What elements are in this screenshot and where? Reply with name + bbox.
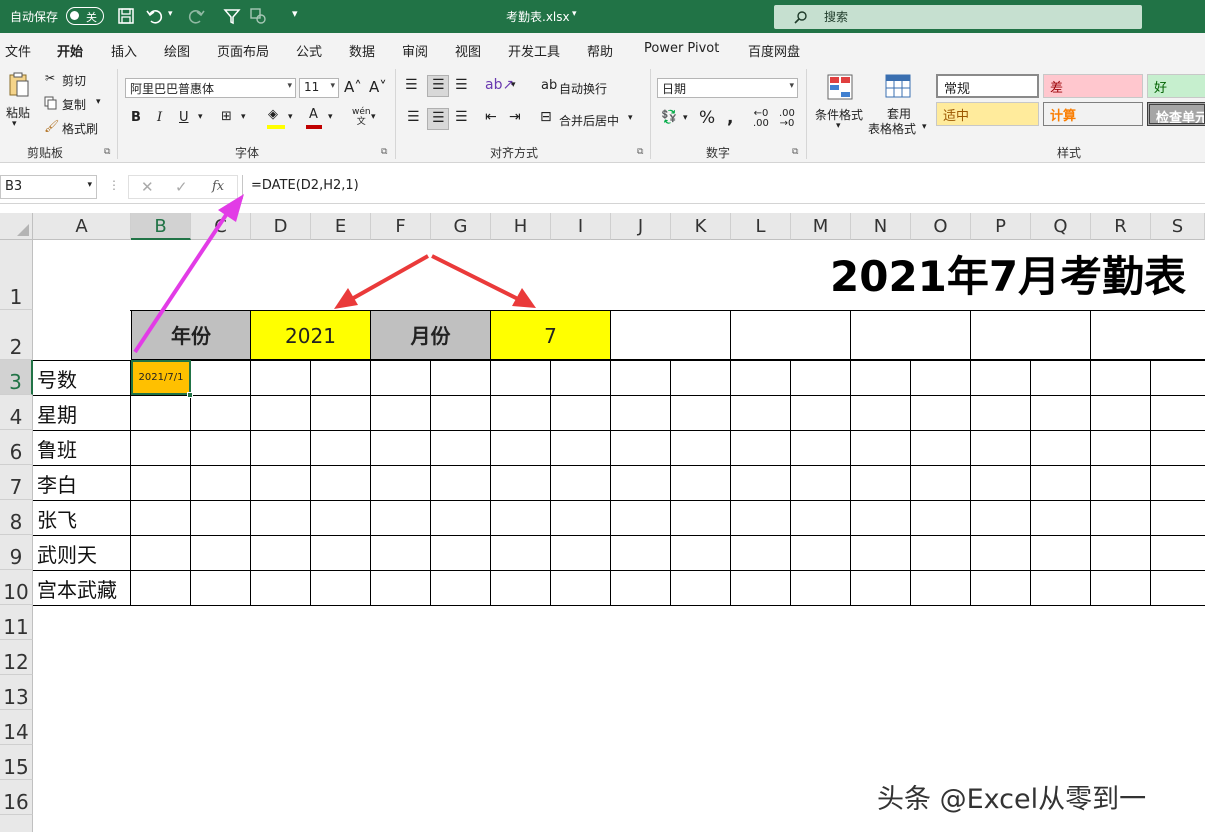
- watermark: 头条 @Excel从零到一: [877, 784, 1147, 815]
- red-arrow-right-line: [431, 254, 521, 302]
- magenta-arrow-line: [133, 204, 234, 354]
- red-arrow-left-line: [349, 254, 429, 302]
- annotation-arrows: [133, 194, 536, 354]
